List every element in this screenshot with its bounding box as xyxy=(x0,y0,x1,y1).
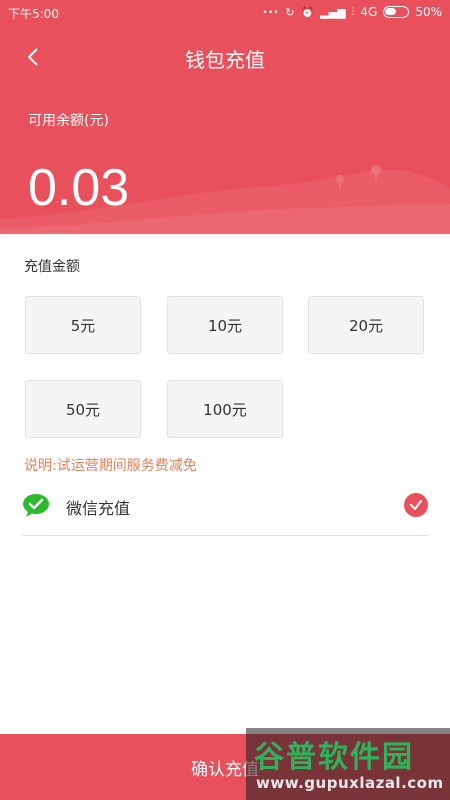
watermark-title: 谷普软件园 xyxy=(254,740,414,775)
wechat-icon xyxy=(23,494,49,517)
battery-icon xyxy=(383,6,410,18)
more-notifications-icon: ··· xyxy=(262,5,280,19)
page-title: 钱包充值 xyxy=(185,48,265,72)
network-type: 4G xyxy=(360,5,378,19)
wallet-header: 下午5:00 ··· ↻ ⏰ ▂▄▆ ⫶ 4G 50% 钱包充值 可用余额(元)… xyxy=(0,0,450,234)
watermark: 谷普软件园 www.gupuxlazal.com xyxy=(246,728,450,800)
nav-bar: 钱包充值 xyxy=(0,36,450,80)
status-time: 下午5:00 xyxy=(8,7,59,21)
amount-option-5[interactable]: 5元 xyxy=(25,296,141,354)
selected-check-icon[interactable] xyxy=(404,493,428,517)
watermark-url: www.gupuxlazal.com xyxy=(256,774,444,792)
sync-icon: ↻ xyxy=(285,5,295,19)
battery-percent: 50% xyxy=(415,5,442,19)
wechat-pay-label: 微信充值 xyxy=(66,499,131,518)
amount-section-title: 充值金额 xyxy=(24,259,80,275)
checkmark-icon xyxy=(410,500,422,510)
alarm-icon: ⏰ xyxy=(300,5,315,19)
status-indicators: ··· ↻ ⏰ ▂▄▆ ⫶ 4G 50% xyxy=(263,5,442,19)
hills-illustration xyxy=(0,165,450,234)
signal-icon: ▂▄▆ xyxy=(320,5,346,19)
amount-option-10[interactable]: 10元 xyxy=(167,296,283,354)
status-bar: 下午5:00 ··· ↻ ⏰ ▂▄▆ ⫶ 4G 50% xyxy=(0,0,450,26)
signal-secondary-icon: ⫶ xyxy=(351,5,355,18)
amount-option-50[interactable]: 50元 xyxy=(25,380,141,438)
balance-label: 可用余额(元) xyxy=(28,113,109,129)
amount-option-20[interactable]: 20元 xyxy=(308,296,424,354)
wechat-pay-option[interactable]: 微信充值 xyxy=(22,482,428,536)
service-fee-note: 说明:试运营期间服务费减免 xyxy=(24,458,197,474)
amount-option-100[interactable]: 100元 xyxy=(167,380,283,438)
